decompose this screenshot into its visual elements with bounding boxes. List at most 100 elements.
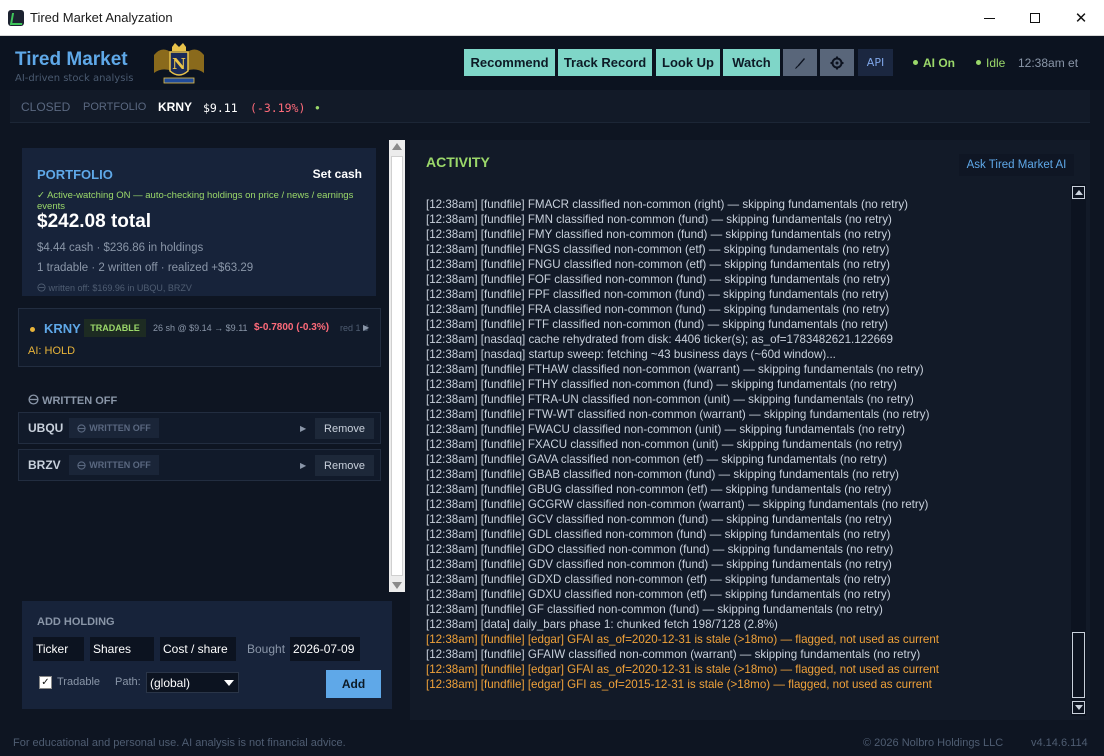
path-label: Path: (115, 676, 141, 688)
maximize-button[interactable] (1012, 0, 1058, 36)
log-line: [12:38am] [fundfile] GDV classified non-… (426, 558, 892, 571)
idle-status-label: Idle (986, 56, 1006, 70)
ticker-bar: CLOSED PORTFOLIO KRNY $9.11 (-3.19%) ● (10, 90, 1090, 123)
log-line: [12:38am] [fundfile] [edgar] GFAI as_of=… (426, 633, 940, 646)
holding-status-dot (30, 327, 35, 332)
api-button[interactable]: API (858, 49, 893, 76)
log-line: [12:38am] [fundfile] GDL classified non-… (426, 528, 891, 541)
minimize-icon (983, 17, 995, 19)
written-off-badge: WRITTEN OFF (69, 455, 159, 475)
scroll-thumb[interactable] (391, 156, 403, 576)
scroll-thumb[interactable] (1072, 632, 1085, 698)
ticker-symbol[interactable]: KRNY (158, 100, 192, 114)
watch-button[interactable]: Watch (723, 49, 780, 76)
scroll-up-icon[interactable] (392, 143, 402, 150)
log-line: [12:38am] [fundfile] FNGS classified non… (426, 243, 890, 256)
path-select[interactable]: (global) (146, 672, 239, 693)
settings-button[interactable] (820, 49, 854, 76)
minimize-button[interactable] (966, 0, 1012, 36)
brush-icon (795, 57, 805, 69)
skull-icon (37, 283, 46, 292)
written-off-heading-label: WRITTEN OFF (42, 395, 118, 407)
tradable-checkbox[interactable]: ✓ (39, 676, 52, 689)
log-line: [12:38am] [fundfile] FMACR classified no… (426, 198, 908, 211)
activity-log[interactable]: [12:38am] [fundfile] FMACR classified no… (426, 182, 1066, 692)
ai-status[interactable]: AI On (913, 56, 955, 70)
activity-heading: ACTIVITY (426, 154, 490, 170)
log-line: [12:38am] [fundfile] FPF classified non-… (426, 288, 889, 301)
expand-arrow-icon[interactable]: ▶ (300, 424, 306, 433)
remove-button[interactable]: Remove (315, 418, 374, 439)
log-line: [12:38am] [fundfile] FTRA-UN classified … (426, 393, 914, 406)
portfolio-label: PORTFOLIO (83, 101, 147, 113)
log-line: [12:38am] [fundfile] FTHY classified non… (426, 378, 897, 391)
written-off-badge-label: WRITTEN OFF (89, 460, 151, 470)
skull-icon (28, 394, 39, 405)
written-off-heading: WRITTEN OFF (28, 394, 117, 407)
maximize-icon (1030, 13, 1040, 23)
log-line: [12:38am] [fundfile] FTW-WT classified n… (426, 408, 930, 421)
log-line: [12:38am] [fundfile] GAVA classified non… (426, 453, 887, 466)
portfolio-cash-line: $4.44 cash · $236.86 in holdings (37, 242, 204, 254)
ticker-status-dot: ● (315, 103, 320, 112)
footer-disclaimer: For educational and personal use. AI ana… (13, 737, 346, 749)
remove-button[interactable]: Remove (315, 455, 374, 476)
clock: 12:38am et (1018, 56, 1079, 70)
skull-icon (77, 423, 86, 433)
log-line: [12:38am] [fundfile] FTF classified non-… (426, 318, 889, 331)
written-off-row-ubqu[interactable]: UBQU WRITTEN OFF ▶ Remove (18, 412, 381, 444)
ticker-input[interactable]: Ticker (33, 637, 84, 661)
add-holding-form: ADD HOLDING Ticker Shares Cost / share B… (22, 601, 392, 709)
expand-arrow-icon[interactable]: ▶ (363, 323, 369, 332)
ticker-price: $9.11 (203, 101, 238, 115)
bought-date-input[interactable]: 2026-07-09 (290, 637, 360, 661)
written-off-badge-label: WRITTEN OFF (89, 423, 151, 433)
log-line: [12:38am] [fundfile] GDXU classified non… (426, 588, 891, 601)
written-off-row-brzv[interactable]: BRZV WRITTEN OFF ▶ Remove (18, 449, 381, 481)
log-line: [12:38am] [nasdaq] startup sweep: fetchi… (426, 348, 836, 361)
scroll-down-icon[interactable] (392, 582, 402, 589)
active-watch-status: ✓ Active-watching ON — auto-checking hol… (37, 190, 354, 212)
expand-arrow-icon[interactable]: ▶ (300, 461, 306, 470)
log-line: [12:38am] [fundfile] GFAIW classified no… (426, 648, 921, 661)
ask-ai-button[interactable]: Ask Tired Market AI (959, 154, 1074, 176)
set-cash-button[interactable]: Set cash (313, 167, 362, 181)
portfolio-trade-line: 1 tradable · 2 written off · realized +$… (37, 262, 254, 274)
footer-version: v4.14.6.114 (1031, 737, 1088, 749)
scroll-up-icon[interactable] (1072, 186, 1085, 199)
log-line: [12:38am] [fundfile] FNGU classified non… (426, 258, 890, 271)
tradable-badge: TRADABLE (84, 319, 146, 337)
portfolio-written-off-line: written off: $169.96 in UBQU, BRZV (37, 283, 192, 293)
close-icon: ✕ (1074, 9, 1088, 27)
activity-scrollbar[interactable] (1071, 184, 1086, 716)
log-line: [12:38am] [fundfile] FMY classified non-… (426, 228, 892, 241)
skull-icon (77, 460, 86, 470)
log-line: [12:38am] [nasdaq] cache rehydrated from… (426, 333, 893, 346)
footer-copyright: © 2026 Nolbro Holdings LLC (863, 737, 1004, 749)
brand-title: Tired Market (15, 49, 128, 70)
activity-log-lines: [12:38am] [fundfile] FMACR classified no… (426, 197, 1066, 692)
bought-label: Bought (247, 642, 286, 656)
close-button[interactable]: ✕ (1058, 0, 1104, 36)
scroll-down-icon[interactable] (1072, 701, 1085, 714)
shares-input[interactable]: Shares (90, 637, 154, 661)
cost-per-share-input[interactable]: Cost / share (160, 637, 236, 661)
log-line: [12:38am] [fundfile] GF classified non-c… (426, 603, 883, 616)
window-controls: ✕ (966, 0, 1104, 36)
track-record-button[interactable]: Track Record (558, 49, 652, 76)
gear-icon (830, 56, 844, 69)
holding-row-krny[interactable]: KRNY TRADABLE 26 sh @ $9.14 → $9.11 $-0.… (18, 308, 381, 367)
idle-status: Idle (976, 56, 1005, 70)
brush-button[interactable] (783, 49, 817, 76)
log-line: [12:38am] [fundfile] GBAB classified non… (426, 468, 899, 481)
recommend-button[interactable]: Recommend (464, 49, 555, 76)
add-holding-button[interactable]: Add (326, 670, 381, 698)
app-header: Tired Market AI-driven stock analysis N … (0, 36, 1104, 90)
look-up-button[interactable]: Look Up (656, 49, 720, 76)
brand-logo: N (154, 43, 204, 84)
footer: For educational and personal use. AI ana… (0, 730, 1104, 756)
ai-status-label: AI On (923, 56, 955, 70)
log-line: [12:38am] [fundfile] [edgar] GFAI as_of=… (426, 663, 940, 676)
left-panel-scrollbar[interactable] (389, 140, 405, 592)
holding-ticker[interactable]: KRNY (44, 321, 81, 336)
